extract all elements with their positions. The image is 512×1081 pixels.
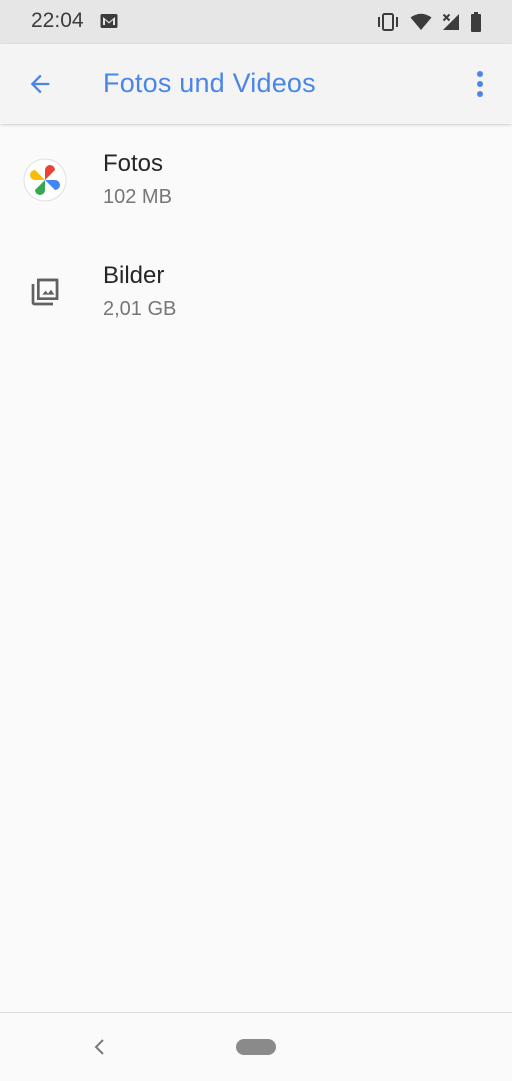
wifi-icon bbox=[410, 13, 432, 30]
arrow-back-icon bbox=[30, 74, 50, 94]
cell-signal-icon bbox=[442, 13, 459, 30]
vibrate-icon bbox=[378, 13, 398, 31]
app-bar: Fotos und Videos bbox=[0, 44, 512, 124]
nav-back-button[interactable] bbox=[86, 1033, 112, 1061]
list-item-title: Bilder bbox=[103, 262, 165, 289]
gmail-icon bbox=[100, 14, 118, 28]
list-item-bilder[interactable]: Bilder 2,01 GB bbox=[0, 236, 512, 348]
status-bar: 22:04 bbox=[0, 0, 512, 44]
page-title: Fotos und Videos bbox=[103, 68, 316, 98]
status-time: 22:04 bbox=[31, 9, 84, 32]
image-collection-icon bbox=[23, 270, 67, 314]
overflow-menu-button[interactable] bbox=[462, 62, 498, 106]
home-pill[interactable] bbox=[236, 1039, 276, 1055]
more-vert-icon bbox=[477, 71, 483, 97]
list-item-fotos[interactable]: Fotos 102 MB bbox=[0, 124, 512, 236]
google-photos-icon bbox=[23, 158, 67, 202]
nav-back-icon bbox=[94, 1039, 104, 1055]
list-item-title: Fotos bbox=[103, 150, 164, 177]
status-icons bbox=[376, 10, 482, 34]
list-item-size: 2,01 GB bbox=[103, 298, 177, 320]
navigation-bar bbox=[0, 1012, 512, 1081]
list-item-size: 102 MB bbox=[103, 186, 172, 208]
back-button[interactable] bbox=[18, 62, 62, 106]
battery-icon bbox=[471, 12, 481, 32]
storage-list: Fotos 102 MB Bilder 2,01 GB bbox=[0, 124, 512, 348]
